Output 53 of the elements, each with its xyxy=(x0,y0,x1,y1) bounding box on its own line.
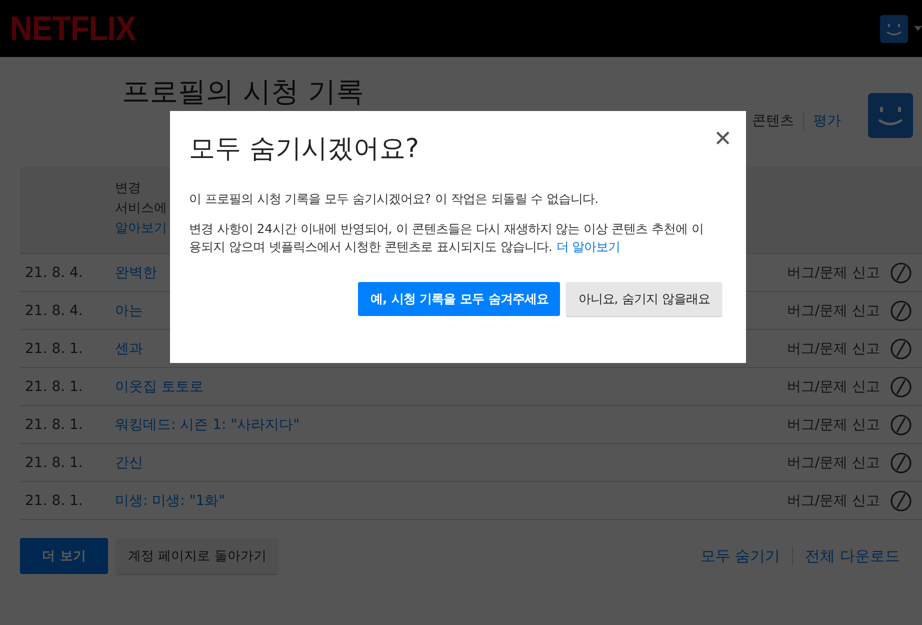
hide-icon xyxy=(890,414,912,435)
hide-icon[interactable] xyxy=(890,300,912,322)
hide-icon[interactable] xyxy=(890,262,912,284)
title-link[interactable]: 간신 xyxy=(115,454,787,472)
date-text: 21. 8. 1. xyxy=(24,454,84,470)
hide-icon xyxy=(890,300,912,321)
logo[interactable]: NETFLIX xyxy=(10,8,136,48)
profile-avatar-icon xyxy=(868,93,913,138)
learn-more-link[interactable]: 더 알아보기 xyxy=(556,240,620,254)
hide-icon[interactable] xyxy=(890,490,912,512)
date-text: 21. 8. 1. xyxy=(24,378,84,394)
report-link[interactable]: 버그/문제 신고 xyxy=(786,378,880,396)
hide-icon[interactable] xyxy=(890,414,912,436)
nav-link[interactable]: 콘텐츠 xyxy=(752,112,794,130)
hide-icon xyxy=(890,490,912,511)
hide-icon xyxy=(890,376,912,397)
hide-icon[interactable] xyxy=(890,452,912,474)
date-text: 21. 8. 4. xyxy=(24,264,84,280)
dialog-button[interactable]: 아니요, 숨기지 않을래요 xyxy=(566,282,722,316)
dialog-note: 변경 사항이 24시간 이내에 반영되어, 이 콘텐츠들은 다시 재생하지 않는 이상 콘텐츠 추천에 이용되지 않으며 넷플릭스에서 시청한 콘텐츠로 표시되지도 않습니다. 더 알아보기 xyxy=(189,221,704,256)
title-link[interactable]: 이웃집 토토로 xyxy=(115,378,787,396)
caret-icon[interactable] xyxy=(914,26,922,31)
profile-avatar-icon[interactable] xyxy=(880,14,908,42)
date-text: 21. 8. 4. xyxy=(24,302,84,318)
hide-icon[interactable] xyxy=(890,376,912,398)
footer-button[interactable]: 계정 페이지로 돌아가기 xyxy=(116,538,278,574)
hide-icon xyxy=(890,338,912,359)
footer-link[interactable]: 전체 다운로드 xyxy=(801,546,904,566)
report-link[interactable]: 버그/문제 신고 xyxy=(786,302,880,320)
banner-text: 변경 xyxy=(115,180,141,198)
dialog-message: 이 프로필의 시청 기록을 모두 숨기시겠어요? 이 작업은 되돌릴 수 없습니다. xyxy=(189,191,600,208)
report-link[interactable]: 버그/문제 신고 xyxy=(786,454,880,472)
hide-icon xyxy=(890,262,912,283)
nav-link[interactable]: 평가 xyxy=(813,112,841,130)
date-text: 21. 8. 1. xyxy=(24,340,84,356)
hide-icon xyxy=(890,452,912,473)
close-button[interactable]: ✕ xyxy=(714,129,732,151)
banner-text: 서비스에 xyxy=(115,200,167,218)
title-link[interactable]: 워킹데드: 시즌 1: "사라지다" xyxy=(115,416,787,434)
date-text: 21. 8. 1. xyxy=(24,416,84,432)
dialog-button[interactable]: 예, 시청 기록을 모두 숨겨주세요 xyxy=(358,282,560,316)
date-text: 21. 8. 1. xyxy=(24,492,84,508)
title-link[interactable]: 미생: 미생: "1화" xyxy=(115,492,787,510)
report-link[interactable]: 버그/문제 신고 xyxy=(786,340,880,358)
report-link[interactable]: 버그/문제 신고 xyxy=(786,264,880,282)
banner-text[interactable]: 알아보기 xyxy=(115,219,167,239)
page-title: 프로필의 시청 기록 xyxy=(122,74,364,110)
dialog-title: 모두 숨기시겠어요? xyxy=(189,133,420,166)
report-link[interactable]: 버그/문제 신고 xyxy=(786,492,880,510)
hide-icon[interactable] xyxy=(890,338,912,360)
report-link[interactable]: 버그/문제 신고 xyxy=(786,416,880,434)
footer-button[interactable]: 더 보기 xyxy=(20,538,108,574)
footer-link[interactable]: 모두 숨기기 xyxy=(696,546,784,566)
